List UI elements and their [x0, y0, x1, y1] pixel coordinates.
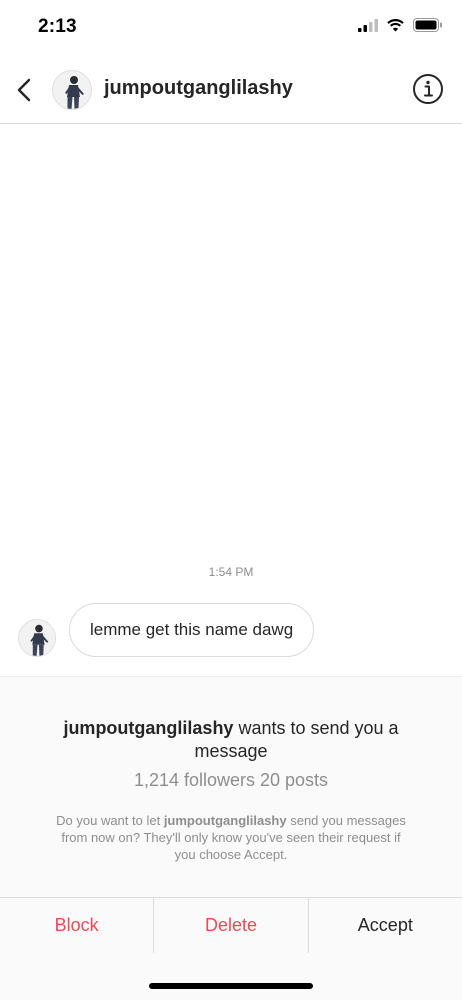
request-actions: Block Delete Accept [0, 897, 462, 953]
request-username[interactable]: jumpoutganglilashy [63, 718, 233, 738]
delete-button[interactable]: Delete [153, 898, 307, 953]
block-button[interactable]: Block [0, 898, 153, 953]
conversation-header: jumpoutganglilashy [0, 56, 462, 124]
info-button[interactable] [412, 73, 444, 105]
avatar-person-image [19, 620, 55, 656]
request-title: jumpoutganglilashy wants to send you a m… [40, 717, 422, 763]
avatar-person-image [53, 71, 91, 109]
request-description: Do you want to let jumpoutganglilashy se… [50, 812, 412, 863]
status-bar: 2:13 [0, 0, 462, 56]
battery-icon [413, 18, 442, 32]
sender-avatar[interactable] [18, 619, 56, 657]
request-description-prefix: Do you want to let [56, 813, 164, 828]
chevron-left-icon [17, 78, 31, 102]
conversation-username[interactable]: jumpoutganglilashy [104, 77, 293, 100]
home-indicator[interactable] [149, 983, 313, 989]
profile-avatar[interactable] [52, 70, 92, 110]
request-stats: 1,214 followers 20 posts [133, 770, 329, 790]
cellular-signal-icon [358, 18, 378, 32]
message-bubble[interactable]: lemme get this name dawg [69, 603, 315, 657]
message-thread: 1:54 PM lemme get this name dawg [0, 125, 462, 676]
status-time: 2:13 [38, 16, 77, 37]
message-timestamp: 1:54 PM [208, 565, 254, 579]
info-icon [413, 74, 443, 104]
request-description-username: jumpoutganglilashy [163, 813, 287, 828]
back-button[interactable] [8, 72, 40, 108]
status-icons [358, 18, 442, 32]
accept-button[interactable]: Accept [307, 898, 462, 953]
wifi-icon [387, 19, 404, 32]
